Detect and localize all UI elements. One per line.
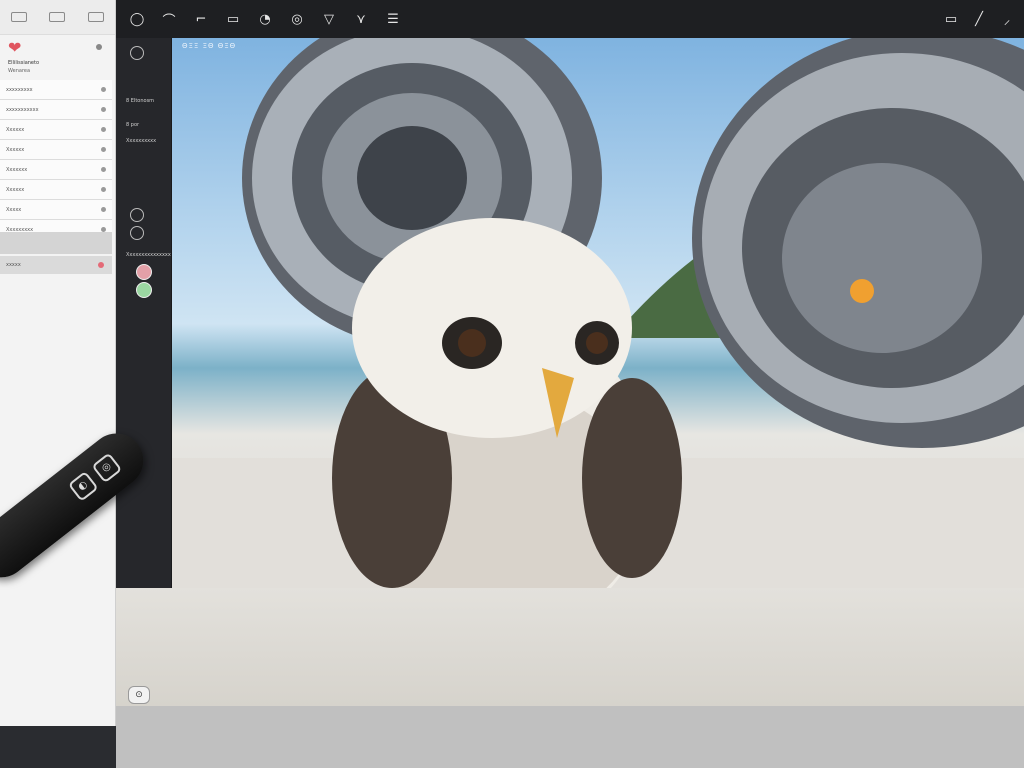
brush-icon[interactable] [130,46,144,60]
tool-sidebar: 8 Eltonosm 8 por Xxxxxxxxxx Xxxxxxxxxxxx… [116,38,172,588]
status-bar [116,706,1024,768]
left-list: xxxxxxxxx xxxxxxxxxxx Xxxxxx Xxxxxx Xxxx… [0,80,112,240]
canvas-image [172,38,1024,588]
list-item[interactable]: xxxxxxxxxxx [0,100,112,120]
stylus-button-icon[interactable]: ◎ [91,452,123,484]
list-item[interactable]: Xxxxx [0,200,112,220]
profile-name: Ellilissianeto [8,60,40,66]
sidebar-item-layer[interactable]: 8 Eltonosm [126,98,154,104]
sidebar-item-color: Xxxxxxxxxxxxxxx [126,252,171,258]
crop-tool-icon[interactable]: ⌐ [188,6,214,32]
filter-tool-icon[interactable]: ⋎ [348,6,374,32]
layers-tool-icon[interactable]: ☰ [380,6,406,32]
rectangle-tool-icon[interactable]: ▭ [220,6,246,32]
list-item[interactable]: Xxxxxx [0,120,112,140]
canvas-sand-area[interactable] [116,588,1024,706]
dot-icon [101,147,106,152]
primary-color-swatch[interactable] [136,264,152,280]
menu-icon[interactable] [87,12,104,22]
list-item[interactable]: Xxxxxx [0,180,112,200]
status-dot-icon [98,262,104,268]
curve-tool-icon[interactable]: ⌒ [156,6,182,32]
grey-row[interactable]: xxxxx [0,256,112,274]
toolbar-right: ▭ ╱ ⸝ [940,6,1024,32]
dot-icon [101,207,106,212]
secondary-color-swatch[interactable] [136,282,152,298]
profile-subtitle: Wenarea [8,68,31,74]
right-turbine-shape [692,38,1024,448]
dot-icon [101,127,106,132]
ellipse-tool-icon[interactable]: ◔ [252,6,278,32]
lasso-tool-icon[interactable]: ◯ [124,6,150,32]
more-icon[interactable]: ⸝ [996,6,1018,32]
layout-icon[interactable] [11,12,28,22]
stylus-button-icon[interactable]: ◐ [67,470,99,502]
owl-shape [332,218,682,588]
dot-icon [101,187,106,192]
refresh-icon[interactable] [130,226,144,240]
canvas-title: ΘΞΞ ΞΘ ΘΞΘ [182,42,237,50]
rotate-icon[interactable] [130,208,144,222]
dot-icon [101,167,106,172]
canvas-toggle-icon[interactable]: ⊙ [128,686,150,704]
grid-icon[interactable] [49,12,66,22]
list-item[interactable]: Xxxxxxx [0,160,112,180]
close-icon[interactable] [96,44,102,50]
list-item[interactable]: xxxxxxxxx [0,80,112,100]
left-panel-toolbar [0,0,115,35]
target-tool-icon[interactable]: ◎ [284,6,310,32]
dot-icon [101,107,106,112]
top-toolbar: ◯ ⌒ ⌐ ▭ ◔ ◎ ▽ ⋎ ☰ ▭ ╱ ⸝ [116,0,1024,38]
image-canvas[interactable] [172,38,1024,588]
grey-section[interactable] [0,232,112,254]
fill-tool-icon[interactable]: ▽ [316,6,342,32]
list-item[interactable]: Xxxxxx [0,140,112,160]
sidebar-item-mode[interactable]: 8 por [126,122,139,128]
sidebar-item-option[interactable]: Xxxxxxxxxx [126,138,156,144]
frame-icon[interactable]: ▭ [940,6,962,32]
pen-icon[interactable]: ╱ [968,6,990,32]
dot-icon [101,87,106,92]
heart-icon[interactable]: ❤ [8,40,21,56]
left-panel: ❤ Ellilissianeto Wenarea xxxxxxxxx xxxxx… [0,0,116,726]
